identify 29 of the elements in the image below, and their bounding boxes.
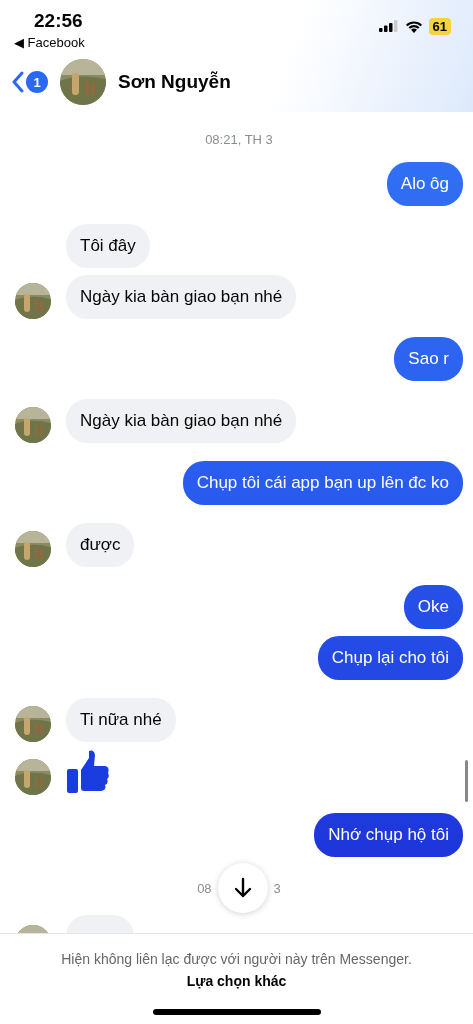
down-arrow-icon xyxy=(233,877,252,899)
sent-message: Chụp lại cho tôi xyxy=(317,636,463,680)
back-button[interactable]: 1 xyxy=(12,71,48,93)
received-message: Ti nữa nhé xyxy=(66,698,176,742)
status-time: 22:56 xyxy=(34,10,84,32)
signal-icon xyxy=(378,20,399,32)
back-to-app-link[interactable]: ◀ Facebook xyxy=(14,35,85,50)
battery-level: 61 xyxy=(428,17,451,35)
sent-message: Chụp tôi cái app bạn up lên đc ko xyxy=(182,461,463,505)
received-message: Ngày kia bàn giao bạn nhé xyxy=(66,275,297,319)
sent-message: Nhớ chụp hộ tôi xyxy=(314,813,463,857)
scroll-down-button[interactable] xyxy=(217,863,268,913)
sent-message: Oke xyxy=(403,585,463,629)
sent-message: Alo ôg xyxy=(386,162,463,206)
sent-message: Sao r xyxy=(394,337,463,381)
timestamp: 08:21, TH 3 xyxy=(204,132,274,147)
received-message: Tôi đây xyxy=(66,224,150,268)
wifi-icon xyxy=(404,19,423,33)
back-chevron-icon xyxy=(12,71,24,93)
contact-name[interactable]: Sơn Nguyễn xyxy=(118,71,231,93)
unavailable-notice: Hiện không liên lạc được với người này trên Messenger. Lựa chọn khác xyxy=(60,950,413,991)
received-message: được xyxy=(66,523,135,567)
thumbs-up-icon xyxy=(66,749,110,795)
other-options-link[interactable]: Lựa chọn khác xyxy=(186,973,287,989)
timestamp: 08 xyxy=(197,880,212,896)
unread-count-badge: 1 xyxy=(26,71,48,93)
timestamp: 3 xyxy=(273,880,281,896)
received-message: Ngày kia bàn giao bạn nhé xyxy=(66,399,297,443)
scrollbar[interactable] xyxy=(465,760,468,802)
